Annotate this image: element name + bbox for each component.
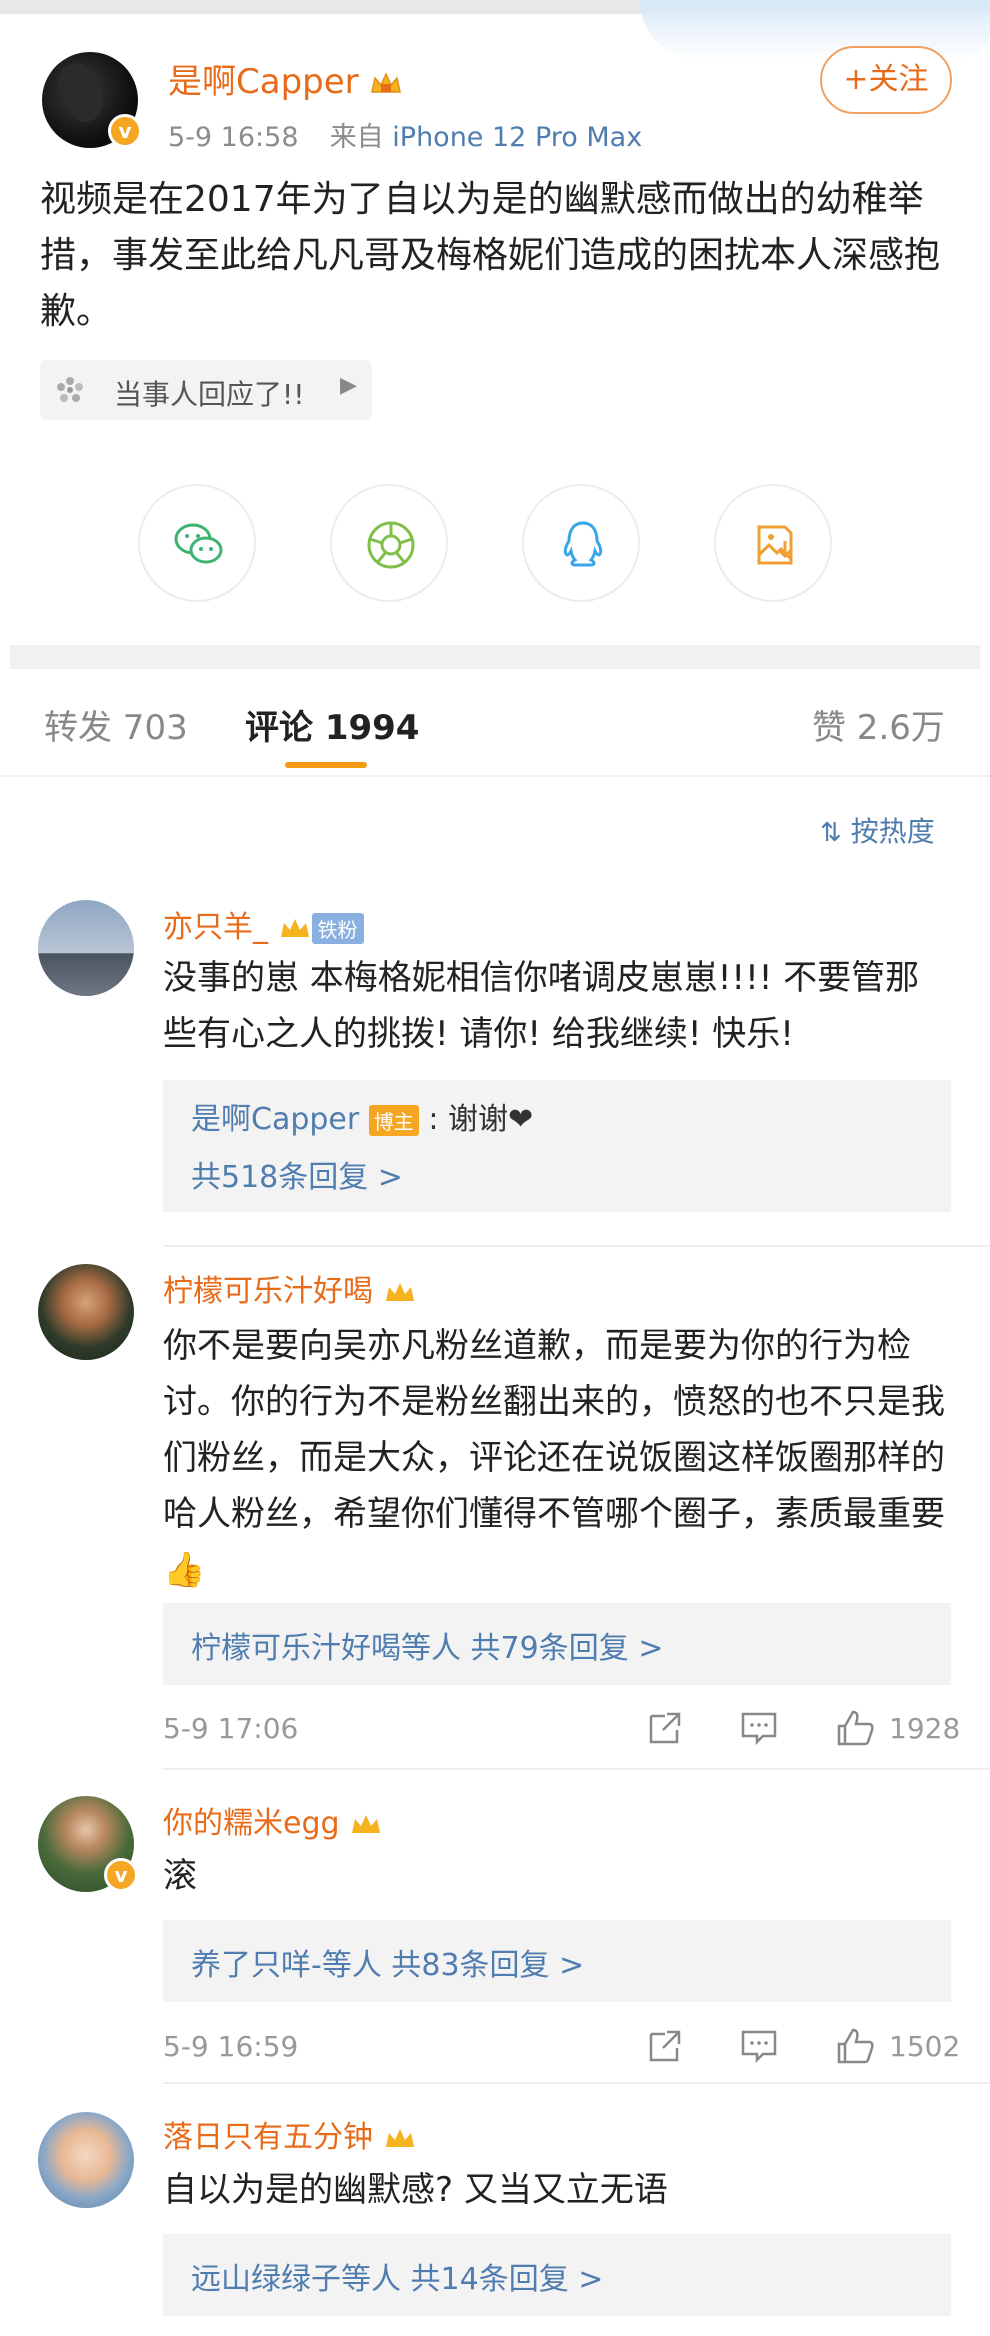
- share-qq-button[interactable]: [522, 484, 640, 602]
- crown-icon: [352, 1814, 381, 1833]
- commenter-name-text: 亦只羊_: [163, 910, 268, 945]
- comment-icon[interactable]: [737, 1706, 781, 1750]
- comment-icon[interactable]: [737, 2024, 781, 2068]
- sort-label: 按热度: [850, 815, 935, 848]
- share-row: [0, 484, 990, 604]
- commenter-name-text: 落日只有五分钟: [163, 2120, 373, 2155]
- share-wechat-button[interactable]: [138, 484, 256, 602]
- host-badge: 博主: [368, 1105, 419, 1136]
- reply-box[interactable]: 柠檬可乐汁好喝等人 共79条回复 >: [163, 1603, 951, 1685]
- comment-time: 5-9 16:59: [163, 2030, 299, 2063]
- follow-button[interactable]: +关注: [820, 46, 952, 114]
- pinwheel-icon: [57, 377, 83, 402]
- share-save-button[interactable]: [714, 484, 832, 602]
- reply-preview: 养了只咩-等人 共83条回复 >: [191, 1940, 584, 1984]
- post-text: 视频是在2017年为了自以为是的幽默感而做出的幼稚举措，事发至此给凡凡哥及梅格妮…: [40, 179, 941, 332]
- wechat-icon: [174, 523, 223, 564]
- verified-icon: v: [108, 114, 142, 148]
- reply-count-link[interactable]: 共14条回复 >: [411, 2262, 604, 2297]
- comment-divider: [163, 2082, 990, 2084]
- post-source[interactable]: iPhone 12 Pro Max: [392, 122, 642, 153]
- reply-preview: 是啊Capper 博主 : 谢谢❤: [191, 1094, 533, 1138]
- tab-comments[interactable]: 评论 1994: [245, 700, 419, 749]
- like-icon[interactable]: [833, 1706, 877, 1750]
- commenter-name-text: 你的糯米egg: [163, 1806, 340, 1841]
- like-count: 1928: [889, 1712, 961, 1745]
- verified-icon: v: [104, 1858, 138, 1892]
- active-tab-indicator: [285, 762, 367, 768]
- qq-icon: [563, 521, 603, 567]
- commenter-name[interactable]: 柠檬可乐汁好喝: [163, 1266, 417, 1310]
- comment-tabs: 转发 703 评论 1994 赞 2.6万: [0, 682, 990, 777]
- post-header: v 是啊Capper 5-9 16:58 来自 iPhone 12 Pro Ma…: [0, 0, 990, 155]
- crown-icon: [385, 2128, 414, 2147]
- sort-icon: ⇅: [820, 818, 842, 848]
- save-image-icon: [757, 525, 793, 565]
- comment-footer: 5-9 17:06 1928: [163, 1706, 960, 1756]
- fan-badge: 铁粉: [311, 913, 364, 944]
- reply-count-link[interactable]: 共79条回复 >: [471, 1631, 664, 1666]
- commenter-name[interactable]: 你的糯米egg: [163, 1798, 383, 1842]
- share-moments-button[interactable]: [330, 484, 448, 602]
- reply-summary[interactable]: 柠檬可乐汁好喝等人: [191, 1631, 461, 1666]
- share-icon[interactable]: [643, 2024, 687, 2068]
- section-divider: [10, 645, 980, 669]
- comment-text: 你不是要向吴亦凡粉丝道歉，而是要为你的行为检讨。你的行为不是粉丝翻出来的，愤怒的…: [163, 1326, 945, 1590]
- comment-text: 没事的崽 本梅格妮相信你啫调皮崽崽!!!! 不要管那些有心之人的挑拨! 请你! …: [163, 958, 920, 1054]
- chevron-right-icon: ▶: [340, 373, 357, 398]
- commenter-name[interactable]: 亦只羊_ 铁粉: [163, 902, 364, 946]
- reply-text: : 谢谢❤: [428, 1102, 534, 1137]
- post-source-prefix: 来自: [329, 122, 384, 153]
- reply-count-link[interactable]: 共518条回复 >: [191, 1152, 403, 1196]
- share-icon[interactable]: [643, 1706, 687, 1750]
- reply-summary[interactable]: 远山绿绿子等人: [191, 2262, 401, 2297]
- post-time: 5-9 16:58: [168, 122, 299, 153]
- reply-summary[interactable]: 养了只咩-等人: [191, 1948, 382, 1983]
- comment-text: 滚: [163, 1856, 197, 1896]
- commenter-avatar[interactable]: [38, 1264, 134, 1360]
- commenter-name[interactable]: 落日只有五分钟: [163, 2112, 417, 2156]
- author-name[interactable]: 是啊Capper: [168, 54, 403, 103]
- reply-preview: 远山绿绿子等人 共14条回复 >: [191, 2254, 603, 2298]
- reply-box[interactable]: 养了只咩-等人 共83条回复 >: [163, 1920, 951, 2002]
- crown-icon: [385, 1282, 414, 1301]
- comment-divider: [163, 1245, 990, 1247]
- reply-preview: 柠檬可乐汁好喝等人 共79条回复 >: [191, 1623, 663, 1667]
- topic-chip-label: 当事人回应了!!: [114, 378, 305, 411]
- moments-icon: [367, 521, 415, 569]
- topic-chip[interactable]: 当事人回应了!! ▶: [40, 360, 372, 420]
- like-icon[interactable]: [833, 2024, 877, 2068]
- reply-box[interactable]: 远山绿绿子等人 共14条回复 >: [163, 2234, 951, 2316]
- reply-author[interactable]: 是啊Capper: [191, 1102, 359, 1137]
- commenter-avatar[interactable]: [38, 900, 134, 996]
- comment-text: 自以为是的幽默感? 又当又立无语: [163, 2170, 668, 2210]
- tab-repost[interactable]: 转发 703: [44, 700, 188, 749]
- commenter-avatar[interactable]: [38, 2112, 134, 2208]
- post-meta: 5-9 16:58 来自 iPhone 12 Pro Max: [168, 115, 642, 154]
- crown-icon: [371, 71, 402, 93]
- comment-divider: [163, 1768, 990, 1770]
- comment-footer: 5-9 16:59 1502: [163, 2024, 960, 2074]
- tab-likes[interactable]: 赞 2.6万: [812, 700, 945, 749]
- like-count: 1502: [889, 2030, 961, 2063]
- reply-count-link[interactable]: 共83条回复 >: [391, 1948, 584, 1983]
- author-name-text: 是啊Capper: [168, 62, 359, 102]
- reply-box[interactable]: 是啊Capper 博主 : 谢谢❤ 共518条回复 >: [163, 1080, 951, 1212]
- commenter-name-text: 柠檬可乐汁好喝: [163, 1274, 373, 1309]
- sort-button[interactable]: ⇅ 按热度: [820, 810, 935, 850]
- comment-time: 5-9 17:06: [163, 1712, 299, 1745]
- crown-icon: [280, 918, 309, 937]
